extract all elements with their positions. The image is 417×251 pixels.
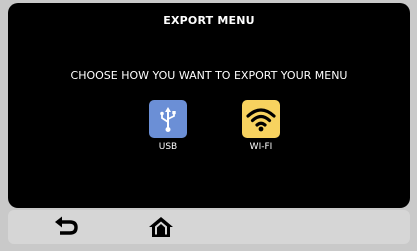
instruction-text: CHOOSE HOW YOU WANT TO EXPORT YOUR MENU [70, 69, 348, 82]
usb-export-button[interactable]: USB [138, 100, 198, 152]
back-button[interactable] [51, 215, 81, 239]
home-icon [149, 217, 173, 237]
usb-icon [160, 107, 176, 132]
wifi-export-button[interactable]: WI-FI [231, 100, 291, 152]
bottom-navbar [8, 210, 410, 244]
wifi-label: WI-FI [249, 142, 273, 152]
device-frame: EXPORT MENU CHOOSE HOW YOU WANT TO EXPOR… [0, 0, 417, 251]
usb-tile[interactable] [149, 100, 187, 138]
back-arrow-icon [55, 216, 78, 235]
usb-label: USB [158, 142, 178, 152]
wifi-tile[interactable] [242, 100, 280, 138]
export-menu-screen: EXPORT MENU CHOOSE HOW YOU WANT TO EXPOR… [8, 3, 410, 208]
wifi-icon [246, 108, 276, 132]
home-button[interactable] [146, 215, 176, 239]
page-title: EXPORT MENU [163, 14, 255, 27]
